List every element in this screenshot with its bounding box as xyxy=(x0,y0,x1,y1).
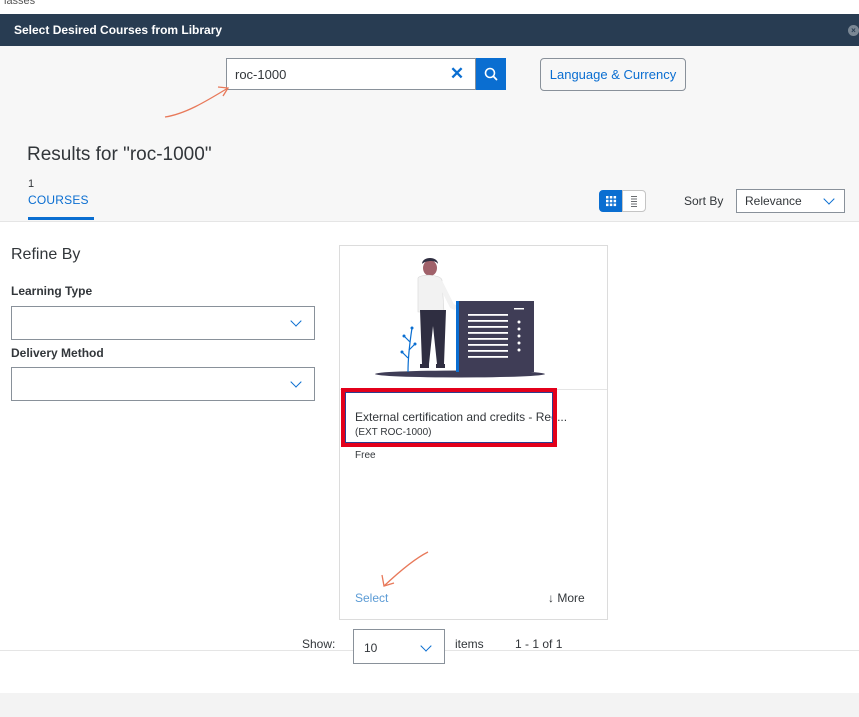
delivery-method-select[interactable] xyxy=(11,367,315,401)
footer-band xyxy=(0,693,859,717)
close-icon[interactable]: × xyxy=(848,25,859,36)
page-size-select[interactable]: 10 xyxy=(353,629,445,664)
divider xyxy=(0,221,859,222)
search-input-value[interactable]: roc-1000 xyxy=(235,67,286,82)
learning-type-label: Learning Type xyxy=(11,284,93,298)
delivery-method-label: Delivery Method xyxy=(11,346,104,360)
search-input[interactable]: roc-1000 ✕ xyxy=(226,58,476,90)
show-label: Show: xyxy=(302,637,336,651)
list-view-icon xyxy=(631,196,637,207)
chevron-down-icon xyxy=(823,193,835,205)
items-label: items xyxy=(455,637,484,651)
annotation-arrow-icon xyxy=(381,551,429,587)
background-window: lasses xyxy=(0,0,859,14)
search-button[interactable] xyxy=(476,58,506,90)
select-link[interactable]: Select xyxy=(355,591,388,605)
sort-value: Relevance xyxy=(745,194,802,208)
sort-label: Sort By xyxy=(684,194,724,208)
results-heading: Results for "roc-1000" xyxy=(27,144,212,165)
sort-select[interactable]: Relevance xyxy=(736,189,845,213)
annotation-arrow-icon xyxy=(164,86,230,118)
dialog-title: Select Desired Courses from Library xyxy=(14,23,223,37)
refine-heading: Refine By xyxy=(11,246,81,263)
page-size-value: 10 xyxy=(364,641,378,655)
language-currency-button[interactable]: Language & Currency xyxy=(540,58,686,91)
course-illustration-icon xyxy=(375,258,545,378)
clear-icon[interactable]: ✕ xyxy=(447,63,467,85)
page-range: 1 - 1 of 1 xyxy=(515,637,563,651)
grid-view-button[interactable] xyxy=(599,190,623,212)
chevron-down-icon xyxy=(290,315,302,327)
chevron-down-icon xyxy=(420,640,432,652)
grid-view-icon xyxy=(606,196,617,207)
background-text: lasses xyxy=(4,0,36,7)
learning-type-select[interactable] xyxy=(11,306,315,340)
tab-underline xyxy=(28,217,94,220)
tab-label: COURSES xyxy=(28,193,89,207)
dialog-header: Select Desired Courses from Library × xyxy=(0,14,859,46)
tab-count: 1 xyxy=(28,178,35,190)
course-price: Free xyxy=(355,450,376,461)
highlight-inner-border xyxy=(345,392,553,443)
list-view-button[interactable] xyxy=(622,190,646,212)
chevron-down-icon xyxy=(290,376,302,388)
search-icon xyxy=(484,67,498,81)
highlight-box xyxy=(341,388,557,447)
more-link[interactable]: ↓ More xyxy=(548,591,585,605)
